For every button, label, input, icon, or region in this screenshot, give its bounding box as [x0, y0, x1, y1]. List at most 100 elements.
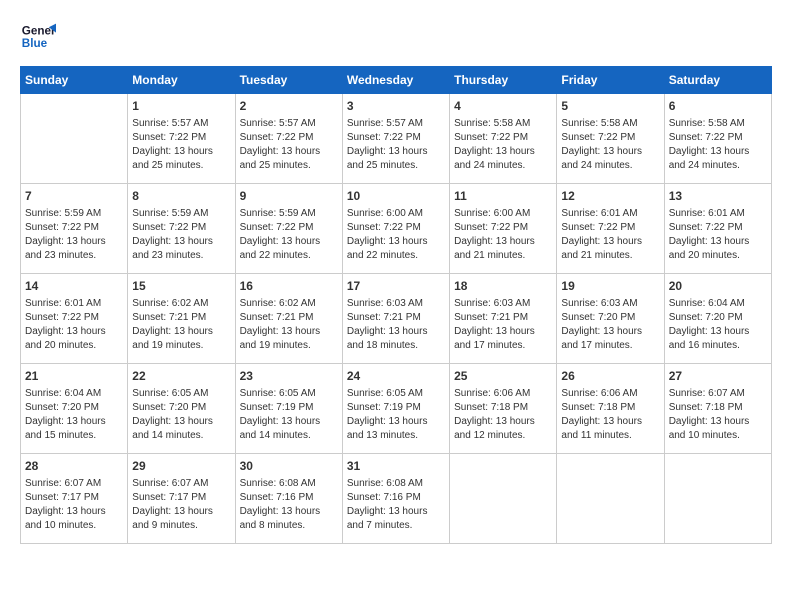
day-info: Sunrise: 6:04 AM Sunset: 7:20 PM Dayligh…	[669, 297, 767, 353]
day-number: 27	[669, 368, 767, 385]
day-info: Sunrise: 5:58 AM Sunset: 7:22 PM Dayligh…	[454, 117, 552, 173]
day-number: 6	[669, 98, 767, 115]
calendar-cell: 8 Sunrise: 5:59 AM Sunset: 7:22 PM Daylig…	[128, 184, 235, 274]
calendar-cell: 16 Sunrise: 6:02 AM Sunset: 7:21 PM Dayli…	[235, 274, 342, 364]
calendar-cell: 3 Sunrise: 5:57 AM Sunset: 7:22 PM Daylig…	[342, 94, 449, 184]
calendar-cell: 17 Sunrise: 6:03 AM Sunset: 7:21 PM Dayli…	[342, 274, 449, 364]
day-number: 11	[454, 188, 552, 205]
col-header-thursday: Thursday	[450, 67, 557, 94]
col-header-wednesday: Wednesday	[342, 67, 449, 94]
col-header-sunday: Sunday	[21, 67, 128, 94]
day-info: Sunrise: 6:01 AM Sunset: 7:22 PM Dayligh…	[25, 297, 123, 353]
logo: General Blue	[20, 20, 56, 56]
day-info: Sunrise: 5:57 AM Sunset: 7:22 PM Dayligh…	[347, 117, 445, 173]
calendar-cell: 29 Sunrise: 6:07 AM Sunset: 7:17 PM Dayli…	[128, 454, 235, 544]
calendar-cell	[557, 454, 664, 544]
calendar-cell: 7 Sunrise: 5:59 AM Sunset: 7:22 PM Daylig…	[21, 184, 128, 274]
col-header-friday: Friday	[557, 67, 664, 94]
day-info: Sunrise: 6:00 AM Sunset: 7:22 PM Dayligh…	[454, 207, 552, 263]
day-number: 10	[347, 188, 445, 205]
day-number: 30	[240, 458, 338, 475]
calendar-cell: 10 Sunrise: 6:00 AM Sunset: 7:22 PM Dayli…	[342, 184, 449, 274]
day-number: 25	[454, 368, 552, 385]
calendar-cell: 25Sunrise: 6:06 AM Sunset: 7:18 PM Dayli…	[450, 364, 557, 454]
col-header-monday: Monday	[128, 67, 235, 94]
calendar-cell: 26 Sunrise: 6:06 AM Sunset: 7:18 PM Dayli…	[557, 364, 664, 454]
calendar-cell: 15 Sunrise: 6:02 AM Sunset: 7:21 PM Dayli…	[128, 274, 235, 364]
day-number: 22	[132, 368, 230, 385]
calendar-cell	[21, 94, 128, 184]
day-info: Sunrise: 6:03 AM Sunset: 7:21 PM Dayligh…	[454, 297, 552, 353]
calendar-table: SundayMondayTuesdayWednesdayThursdayFrid…	[20, 66, 772, 544]
day-number: 19	[561, 278, 659, 295]
day-info: Sunrise: 5:57 AM Sunset: 7:22 PM Dayligh…	[132, 117, 230, 173]
day-info: Sunrise: 6:04 AM Sunset: 7:20 PM Dayligh…	[25, 387, 123, 443]
calendar-cell: 24Sunrise: 6:05 AM Sunset: 7:19 PM Dayli…	[342, 364, 449, 454]
calendar-cell: 19 Sunrise: 6:03 AM Sunset: 7:20 PM Dayli…	[557, 274, 664, 364]
day-number: 18	[454, 278, 552, 295]
day-info: Sunrise: 6:05 AM Sunset: 7:19 PM Dayligh…	[240, 387, 338, 443]
logo-icon: General Blue	[20, 20, 56, 56]
svg-text:Blue: Blue	[22, 37, 48, 50]
day-number: 7	[25, 188, 123, 205]
calendar-cell	[664, 454, 771, 544]
day-info: Sunrise: 5:59 AM Sunset: 7:22 PM Dayligh…	[240, 207, 338, 263]
day-info: Sunrise: 6:02 AM Sunset: 7:21 PM Dayligh…	[240, 297, 338, 353]
day-number: 13	[669, 188, 767, 205]
calendar-cell: 28 Sunrise: 6:07 AM Sunset: 7:17 PM Dayli…	[21, 454, 128, 544]
calendar-cell: 31 Sunrise: 6:08 AM Sunset: 7:16 PM Dayli…	[342, 454, 449, 544]
day-number: 24	[347, 368, 445, 385]
day-info: Sunrise: 5:59 AM Sunset: 7:22 PM Dayligh…	[132, 207, 230, 263]
day-info: Sunrise: 5:57 AM Sunset: 7:22 PM Dayligh…	[240, 117, 338, 173]
page-header: General Blue	[20, 20, 772, 56]
calendar-cell: 27 Sunrise: 6:07 AM Sunset: 7:18 PM Dayli…	[664, 364, 771, 454]
day-number: 9	[240, 188, 338, 205]
day-info: Sunrise: 6:07 AM Sunset: 7:17 PM Dayligh…	[25, 477, 123, 533]
calendar-cell: 5Sunrise: 5:58 AM Sunset: 7:22 PM Daylig…	[557, 94, 664, 184]
calendar-cell: 18 Sunrise: 6:03 AM Sunset: 7:21 PM Dayli…	[450, 274, 557, 364]
calendar-cell: 4 Sunrise: 5:58 AM Sunset: 7:22 PM Daylig…	[450, 94, 557, 184]
day-info: Sunrise: 6:07 AM Sunset: 7:17 PM Dayligh…	[132, 477, 230, 533]
col-header-tuesday: Tuesday	[235, 67, 342, 94]
day-info: Sunrise: 6:08 AM Sunset: 7:16 PM Dayligh…	[347, 477, 445, 533]
day-number: 2	[240, 98, 338, 115]
day-info: Sunrise: 6:07 AM Sunset: 7:18 PM Dayligh…	[669, 387, 767, 443]
day-info: Sunrise: 6:06 AM Sunset: 7:18 PM Dayligh…	[561, 387, 659, 443]
day-number: 29	[132, 458, 230, 475]
calendar-cell: 22 Sunrise: 6:05 AM Sunset: 7:20 PM Dayli…	[128, 364, 235, 454]
day-info: Sunrise: 6:03 AM Sunset: 7:20 PM Dayligh…	[561, 297, 659, 353]
day-info: Sunrise: 6:08 AM Sunset: 7:16 PM Dayligh…	[240, 477, 338, 533]
day-number: 15	[132, 278, 230, 295]
calendar-cell: 6Sunrise: 5:58 AM Sunset: 7:22 PM Daylig…	[664, 94, 771, 184]
calendar-cell: 20 Sunrise: 6:04 AM Sunset: 7:20 PM Dayli…	[664, 274, 771, 364]
calendar-cell: 9 Sunrise: 5:59 AM Sunset: 7:22 PM Daylig…	[235, 184, 342, 274]
day-number: 1	[132, 98, 230, 115]
day-number: 12	[561, 188, 659, 205]
day-number: 14	[25, 278, 123, 295]
calendar-cell: 21 Sunrise: 6:04 AM Sunset: 7:20 PM Dayli…	[21, 364, 128, 454]
calendar-cell: 11 Sunrise: 6:00 AM Sunset: 7:22 PM Dayli…	[450, 184, 557, 274]
day-number: 20	[669, 278, 767, 295]
day-number: 5	[561, 98, 659, 115]
day-number: 21	[25, 368, 123, 385]
day-number: 17	[347, 278, 445, 295]
day-number: 23	[240, 368, 338, 385]
day-number: 28	[25, 458, 123, 475]
day-number: 16	[240, 278, 338, 295]
day-info: Sunrise: 6:01 AM Sunset: 7:22 PM Dayligh…	[669, 207, 767, 263]
day-number: 3	[347, 98, 445, 115]
calendar-cell	[450, 454, 557, 544]
day-info: Sunrise: 6:02 AM Sunset: 7:21 PM Dayligh…	[132, 297, 230, 353]
day-number: 26	[561, 368, 659, 385]
col-header-saturday: Saturday	[664, 67, 771, 94]
day-number: 4	[454, 98, 552, 115]
day-info: Sunrise: 6:00 AM Sunset: 7:22 PM Dayligh…	[347, 207, 445, 263]
calendar-cell: 12Sunrise: 6:01 AM Sunset: 7:22 PM Dayli…	[557, 184, 664, 274]
day-info: Sunrise: 6:03 AM Sunset: 7:21 PM Dayligh…	[347, 297, 445, 353]
day-number: 8	[132, 188, 230, 205]
calendar-cell: 1 Sunrise: 5:57 AM Sunset: 7:22 PM Daylig…	[128, 94, 235, 184]
calendar-cell: 13 Sunrise: 6:01 AM Sunset: 7:22 PM Dayli…	[664, 184, 771, 274]
day-number: 31	[347, 458, 445, 475]
day-info: Sunrise: 6:05 AM Sunset: 7:20 PM Dayligh…	[132, 387, 230, 443]
day-info: Sunrise: 5:59 AM Sunset: 7:22 PM Dayligh…	[25, 207, 123, 263]
